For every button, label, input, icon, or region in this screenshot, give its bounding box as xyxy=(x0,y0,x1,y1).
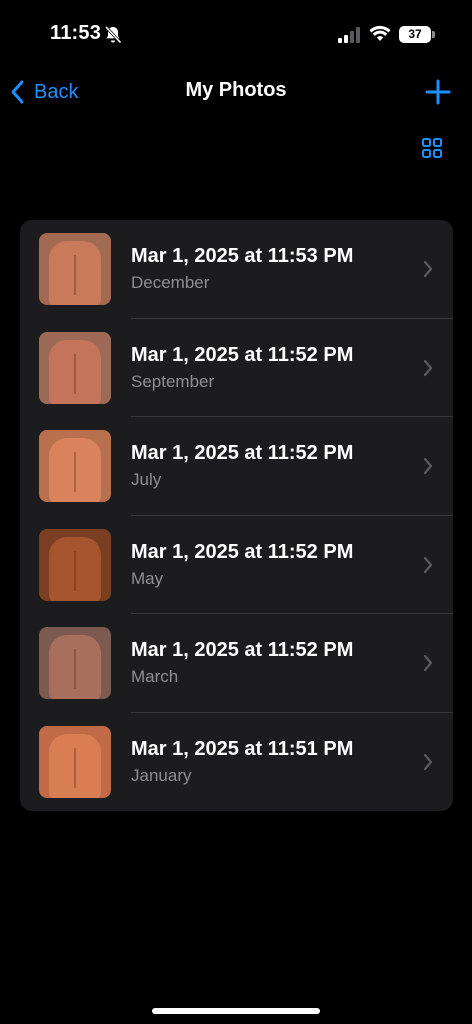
status-bar: 11:53 37 xyxy=(0,0,472,60)
list-item[interactable]: Mar 1, 2025 at 11:52 PM March xyxy=(20,614,453,713)
photo-label: March xyxy=(131,667,179,686)
battery-icon: 37 xyxy=(399,26,431,43)
photo-thumbnail xyxy=(39,233,111,305)
photo-date: Mar 1, 2025 at 11:51 PM xyxy=(131,737,354,760)
chevron-right-icon xyxy=(423,654,433,672)
wifi-icon xyxy=(369,25,391,41)
cellular-signal-icon xyxy=(338,27,360,43)
photo-thumbnail xyxy=(39,725,111,798)
photo-thumbnail xyxy=(39,331,111,404)
photo-date: Mar 1, 2025 at 11:53 PM xyxy=(131,245,354,267)
photo-label: July xyxy=(131,470,162,489)
photo-label: September xyxy=(131,371,215,391)
bell-slash-icon xyxy=(104,25,122,44)
plus-icon[interactable] xyxy=(424,78,452,106)
photo-list: Mar 1, 2025 at 11:53 PM December Mar 1, 20… xyxy=(20,220,453,811)
list-item[interactable]: Mar 1, 2025 at 11:52 PM July xyxy=(20,417,453,516)
chevron-right-icon xyxy=(423,556,433,573)
list-item[interactable]: Mar 1, 2025 at 11:52 PM May xyxy=(20,516,453,614)
chevron-right-icon xyxy=(423,260,433,278)
photo-label: December xyxy=(131,273,210,292)
list-item[interactable]: Mar 1, 2025 at 11:51 PM January xyxy=(20,713,453,812)
photo-date: Mar 1, 2025 at 11:52 PM xyxy=(131,540,354,563)
list-item[interactable]: Mar 1, 2025 at 11:52 PM September xyxy=(20,319,453,417)
photo-thumbnail xyxy=(39,627,111,699)
photo-thumbnail xyxy=(39,430,111,502)
status-time: 11:53 xyxy=(50,22,102,44)
chevron-right-icon xyxy=(423,753,433,770)
chevron-right-icon xyxy=(423,359,433,376)
photo-label: January xyxy=(131,765,192,785)
battery-nub xyxy=(432,31,435,38)
list-item[interactable]: Mar 1, 2025 at 11:53 PM December xyxy=(20,220,453,319)
photo-label: May xyxy=(131,568,164,588)
photo-date: Mar 1, 2025 at 11:52 PM xyxy=(131,442,354,464)
photo-thumbnail xyxy=(39,528,111,601)
home-indicator[interactable] xyxy=(152,1008,320,1014)
photo-date: Mar 1, 2025 at 11:52 PM xyxy=(131,639,354,661)
photo-date: Mar 1, 2025 at 11:52 PM xyxy=(131,343,354,366)
chevron-right-icon xyxy=(423,457,433,475)
grid-icon[interactable] xyxy=(421,137,443,159)
page-title: My Photos xyxy=(185,79,287,101)
